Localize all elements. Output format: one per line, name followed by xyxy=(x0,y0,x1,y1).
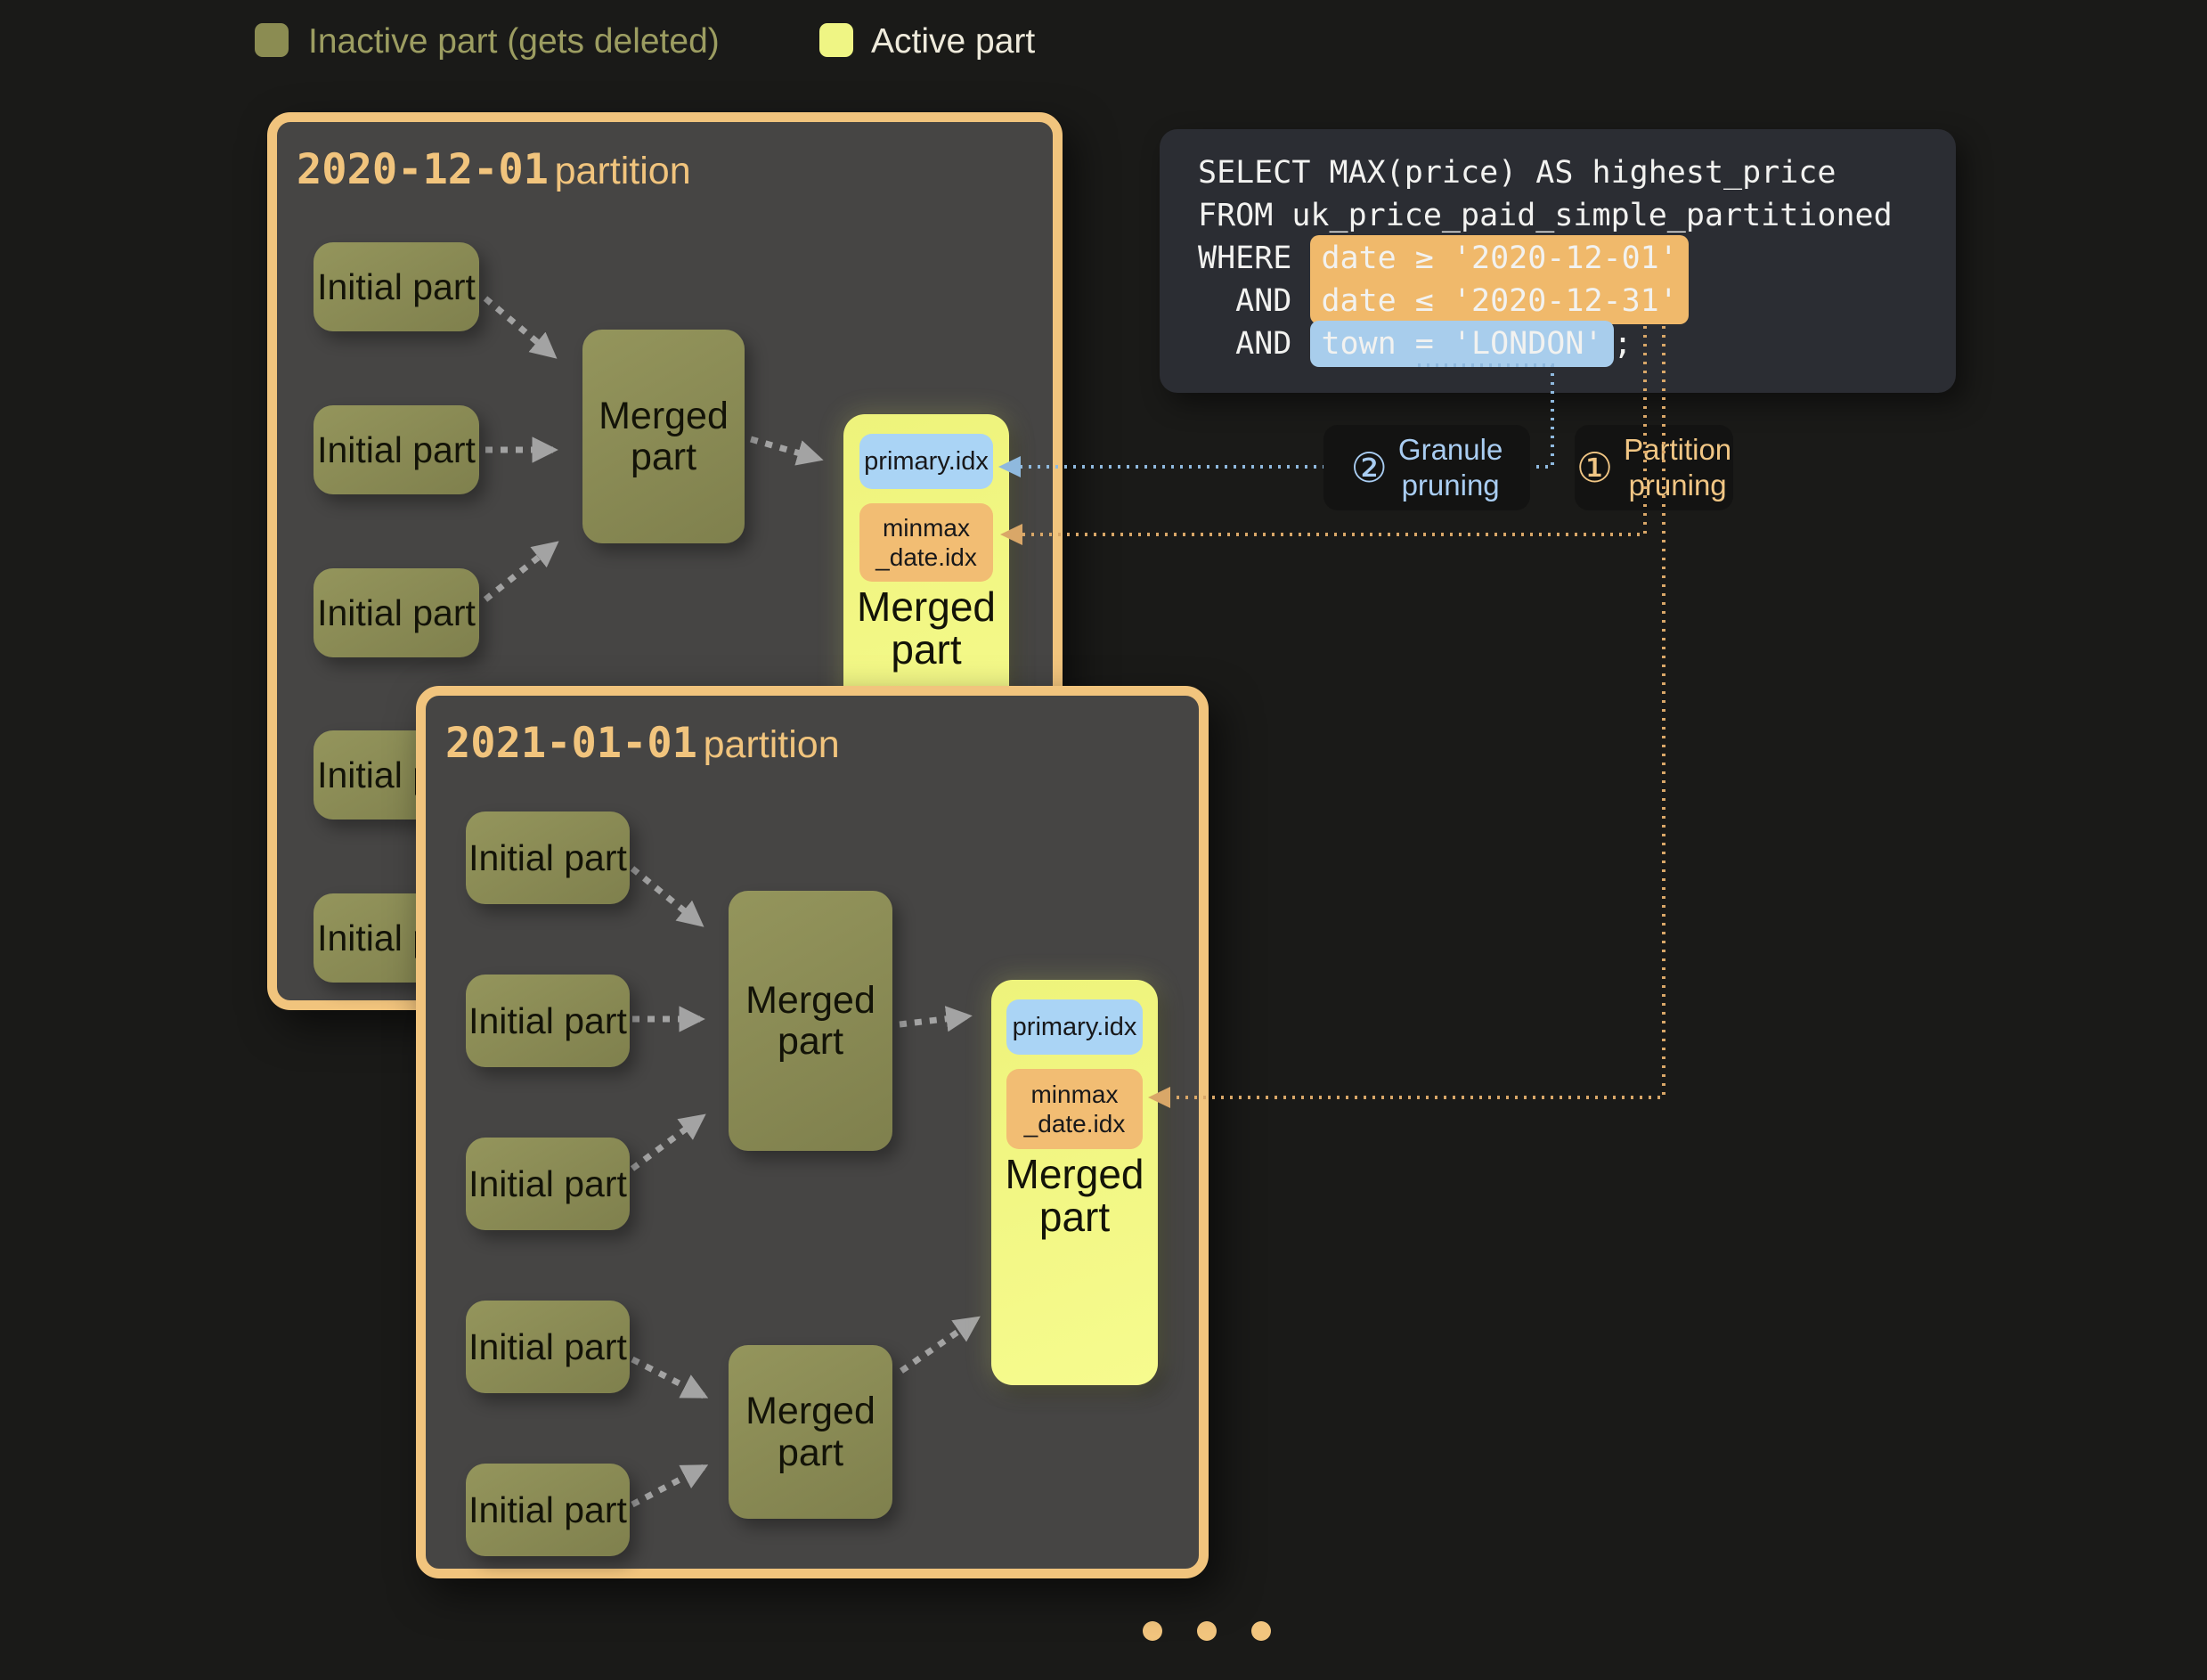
minmax-index-badge: minmax _date.idx xyxy=(859,503,993,582)
merged-part-inactive: Merged part xyxy=(729,1345,892,1519)
legend-label-active: Active part xyxy=(871,24,1035,60)
active-part-label: Merged part xyxy=(843,585,1009,672)
sql-query-box: SELECT MAX(price) AS highest_price FROM … xyxy=(1160,129,1956,393)
sql-keyword: AND xyxy=(1198,326,1310,362)
active-part-label: Merged part xyxy=(991,1153,1158,1239)
sql-line-3: WHERE date ≥ '2020-12-01' xyxy=(1198,237,1956,280)
sql-line-1: SELECT MAX(price) AS highest_price xyxy=(1198,151,1956,194)
sql-town-highlight: town = 'LONDON' xyxy=(1310,321,1613,367)
partition-2021-01-01: 2021-01-01 partition Initial part Initia… xyxy=(416,686,1209,1578)
initial-part: Initial part xyxy=(466,1301,630,1393)
diagram-canvas: Inactive part (gets deleted) Active part… xyxy=(0,0,2207,1680)
legend-swatch-active-icon xyxy=(819,23,853,57)
sql-terminator: ; xyxy=(1614,326,1633,362)
merged-part-inactive: Merged part xyxy=(729,891,892,1151)
sql-line-5: AND town = 'LONDON'; xyxy=(1198,322,1956,365)
carousel-dot-1[interactable] xyxy=(1143,1621,1162,1641)
partition-pruning-line1: Partition xyxy=(1624,432,1731,468)
minmax-line2: _date.idx xyxy=(875,542,977,572)
minmax-line1: minmax xyxy=(1030,1080,1118,1109)
carousel-dot-3[interactable] xyxy=(1251,1621,1271,1641)
granule-pruning-line1: Granule xyxy=(1398,432,1503,468)
minmax-line2: _date.idx xyxy=(1024,1109,1126,1138)
initial-part: Initial part xyxy=(314,405,479,494)
sql-line-4: AND date ≤ '2020-12-31' xyxy=(1198,280,1956,322)
carousel-pagination xyxy=(1143,1621,1271,1641)
minmax-index-badge: minmax _date.idx xyxy=(1006,1069,1143,1149)
sql-line-2: FROM uk_price_paid_simple_partitioned xyxy=(1198,194,1956,237)
legend-label-inactive: Inactive part (gets deleted) xyxy=(308,24,720,60)
partition-pruning-label: ① Partition pruning xyxy=(1575,425,1733,510)
granule-pruning-label: ② Granule pruning xyxy=(1323,425,1530,510)
merged-part-inactive: Merged part xyxy=(582,330,745,543)
legend-swatch-inactive-icon xyxy=(255,23,289,57)
primary-index-badge: primary.idx xyxy=(859,434,993,489)
granule-pruning-line2: pruning xyxy=(1402,468,1500,503)
initial-part: Initial part xyxy=(466,811,630,904)
primary-index-badge: primary.idx xyxy=(1006,999,1143,1055)
initial-part: Initial part xyxy=(466,975,630,1067)
sql-date-to-highlight: date ≤ '2020-12-31' xyxy=(1310,275,1688,324)
minmax-line1: minmax xyxy=(883,513,970,542)
initial-part: Initial part xyxy=(466,1464,630,1556)
initial-part: Initial part xyxy=(314,242,479,331)
sql-keyword: AND xyxy=(1198,283,1310,319)
active-merged-part: primary.idx minmax _date.idx Merged part xyxy=(991,980,1158,1385)
step-1-icon: ① xyxy=(1576,447,1613,488)
step-2-icon: ② xyxy=(1351,447,1388,488)
sql-keyword: WHERE xyxy=(1198,241,1310,276)
initial-part: Initial part xyxy=(314,568,479,657)
partition-pruning-line2: pruning xyxy=(1629,468,1727,503)
carousel-dot-2[interactable] xyxy=(1197,1621,1217,1641)
initial-part: Initial part xyxy=(466,1138,630,1230)
